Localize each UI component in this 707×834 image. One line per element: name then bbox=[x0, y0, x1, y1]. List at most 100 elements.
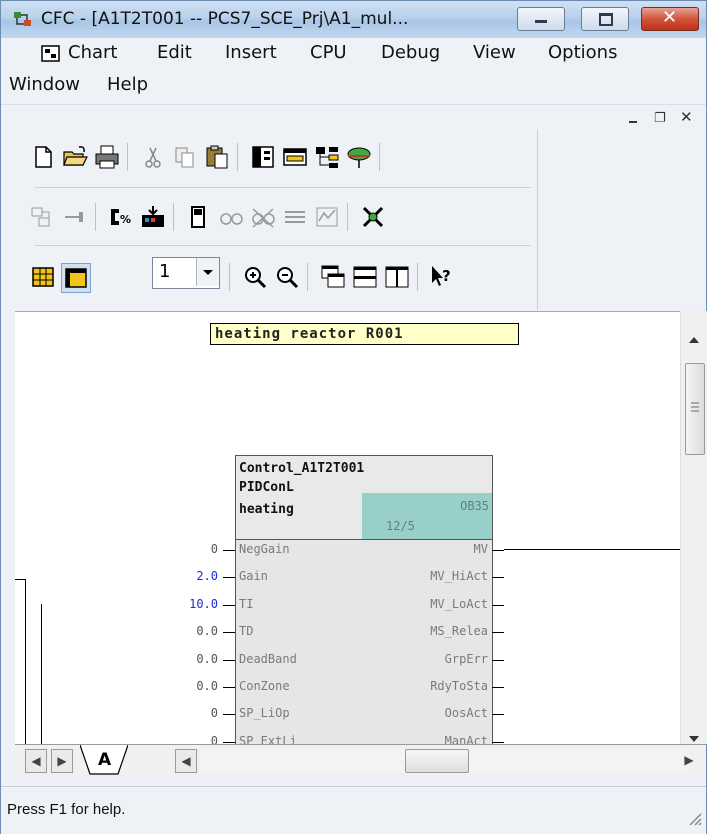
output-pin-name[interactable]: GrpErr bbox=[445, 652, 488, 666]
menu-debug[interactable]: Debug bbox=[381, 42, 440, 63]
input-value[interactable]: 0 bbox=[211, 706, 218, 720]
connection-line[interactable] bbox=[504, 549, 680, 550]
horizontal-scroll-thumb[interactable] bbox=[405, 749, 469, 773]
zoom-out-icon[interactable] bbox=[273, 263, 301, 291]
catalog-icon[interactable] bbox=[249, 143, 277, 171]
resize-grip-icon[interactable] bbox=[686, 810, 702, 830]
input-pin-name[interactable]: DeadBand bbox=[239, 652, 297, 666]
print-icon[interactable] bbox=[93, 143, 121, 171]
input-pin-name[interactable]: NegGain bbox=[239, 542, 290, 556]
cfc-app-icon[interactable] bbox=[13, 10, 35, 30]
input-pin-name[interactable]: Gain bbox=[239, 569, 268, 583]
watch-off-icon[interactable] bbox=[249, 203, 277, 231]
tile-horizontal-icon[interactable] bbox=[351, 263, 379, 291]
chart-menu-icon[interactable] bbox=[41, 44, 61, 69]
sheet-view-icon[interactable] bbox=[61, 263, 91, 293]
trend-display-icon[interactable] bbox=[313, 203, 341, 231]
output-pin-name[interactable]: MV_HiAct bbox=[430, 569, 488, 583]
sheet-tab-a[interactable]: A bbox=[80, 745, 158, 775]
paste-icon[interactable] bbox=[203, 143, 231, 171]
input-value[interactable]: 10.0 bbox=[189, 597, 218, 611]
cut-icon[interactable] bbox=[139, 143, 167, 171]
output-pin-stub[interactable] bbox=[492, 687, 504, 688]
output-pin-stub[interactable] bbox=[492, 632, 504, 634]
block-header[interactable]: Control_A1T2T001 PIDConL heating OB35 12… bbox=[236, 456, 492, 540]
new-icon[interactable] bbox=[29, 143, 57, 171]
connection-line[interactable] bbox=[25, 579, 26, 745]
menu-view[interactable]: View bbox=[473, 42, 516, 63]
connection-line[interactable] bbox=[41, 604, 42, 745]
menu-cpu[interactable]: CPU bbox=[310, 42, 347, 63]
tile-vertical-icon[interactable] bbox=[383, 263, 411, 291]
title-bar[interactable]: CFC - [A1T2T001 -- PCS7_SCE_Prj\A1_mul..… bbox=[1, 1, 706, 38]
input-value[interactable]: 2.0 bbox=[196, 569, 218, 583]
output-pin-name[interactable]: MV bbox=[474, 542, 488, 556]
vertical-scrollbar[interactable] bbox=[680, 311, 707, 744]
download-icon[interactable] bbox=[139, 203, 167, 231]
output-pin-name[interactable]: MS_Relea bbox=[430, 624, 488, 638]
menu-insert[interactable]: Insert bbox=[225, 42, 277, 63]
input-pin-stub[interactable] bbox=[223, 550, 235, 551]
menu-edit[interactable]: Edit bbox=[157, 42, 192, 63]
menu-chart[interactable]: Chart bbox=[68, 42, 117, 63]
output-pin-name[interactable]: RdyToSta bbox=[430, 679, 488, 693]
input-pin-stub[interactable] bbox=[223, 632, 235, 634]
connection-line[interactable] bbox=[15, 579, 26, 580]
menu-window[interactable]: Window bbox=[9, 74, 80, 95]
sheet-comment[interactable]: heating reactor R001 bbox=[210, 323, 519, 345]
reduce-icon[interactable] bbox=[359, 203, 387, 231]
menu-help[interactable]: Help bbox=[107, 74, 148, 95]
output-pin-stub[interactable] bbox=[492, 714, 504, 716]
vertical-scroll-thumb[interactable] bbox=[685, 363, 705, 455]
scroll-left-icon[interactable]: ◀ bbox=[175, 749, 197, 773]
mdi-close-button[interactable]: ✕ bbox=[675, 108, 695, 128]
input-value[interactable]: 0.0 bbox=[196, 624, 218, 638]
maximize-button[interactable] bbox=[581, 7, 629, 31]
input-value[interactable]: 0 bbox=[211, 542, 218, 556]
hierarchy-icon[interactable] bbox=[313, 143, 341, 171]
input-pin-stub[interactable] bbox=[223, 714, 235, 716]
minimize-button[interactable] bbox=[517, 7, 565, 31]
cascade-icon[interactable] bbox=[319, 263, 347, 291]
output-pin-stub[interactable] bbox=[492, 550, 504, 551]
watch-icon[interactable] bbox=[217, 203, 245, 231]
input-pin-name[interactable]: ConZone bbox=[239, 679, 290, 693]
test-mode-icon[interactable] bbox=[185, 203, 213, 231]
chart-canvas[interactable]: heating reactor R001 Control_A1T2T001 PI… bbox=[15, 311, 680, 745]
output-pin-stub[interactable] bbox=[492, 659, 504, 661]
mdi-restore-button[interactable]: ❐ bbox=[650, 108, 670, 128]
copy-icon[interactable] bbox=[171, 143, 199, 171]
input-value[interactable]: 0.0 bbox=[196, 652, 218, 666]
sheet-bar-icon[interactable] bbox=[281, 143, 309, 171]
input-pin-name[interactable]: TI bbox=[239, 597, 253, 611]
tab-next-icon[interactable]: ▶ bbox=[51, 749, 73, 773]
trend-icon[interactable] bbox=[281, 203, 309, 231]
context-help-icon[interactable]: ? bbox=[427, 263, 455, 291]
output-pin-name[interactable]: MV_LoAct bbox=[430, 597, 488, 611]
output-pin-stub[interactable] bbox=[492, 604, 504, 606]
insert-pin-icon[interactable] bbox=[61, 203, 89, 231]
zoom-select[interactable]: 1 bbox=[152, 257, 220, 289]
horizontal-scrollbar[interactable] bbox=[200, 749, 690, 773]
output-pin-stub[interactable] bbox=[492, 741, 504, 743]
input-pin-stub[interactable] bbox=[223, 604, 235, 606]
input-pin-name[interactable]: SP_LiOp bbox=[239, 706, 290, 720]
output-pin-stub[interactable] bbox=[492, 577, 504, 579]
compile-icon[interactable] bbox=[29, 203, 57, 231]
compile-percent-icon[interactable]: % bbox=[107, 203, 135, 231]
output-pin-name[interactable]: OosAct bbox=[445, 706, 488, 720]
menu-options[interactable]: Options bbox=[548, 42, 617, 63]
input-value[interactable]: 0.0 bbox=[196, 679, 218, 693]
connection-icon[interactable] bbox=[345, 143, 373, 171]
grid-icon[interactable] bbox=[29, 263, 57, 291]
chevron-down-icon[interactable] bbox=[196, 258, 219, 286]
scroll-up-icon[interactable] bbox=[688, 329, 700, 348]
run-sequence-box[interactable]: OB35 12/5 bbox=[362, 493, 492, 539]
close-button[interactable]: ✕ bbox=[641, 7, 699, 31]
mdi-minimize-button[interactable] bbox=[624, 108, 644, 128]
input-pin-stub[interactable] bbox=[223, 577, 235, 579]
input-pin-stub[interactable] bbox=[223, 659, 235, 661]
tab-prev-icon[interactable]: ◀ bbox=[25, 749, 47, 773]
open-icon[interactable] bbox=[61, 143, 89, 171]
input-pin-stub[interactable] bbox=[223, 741, 235, 743]
